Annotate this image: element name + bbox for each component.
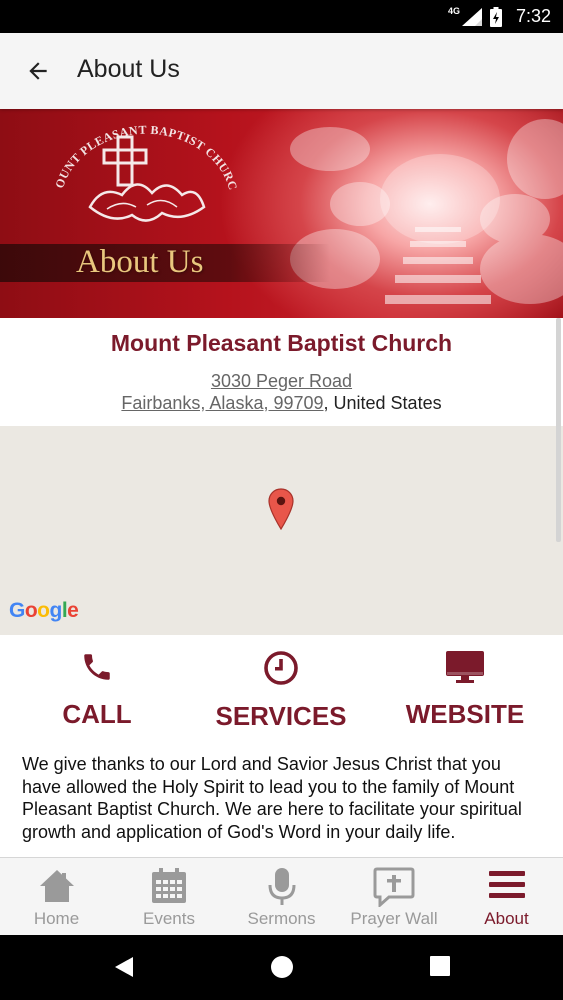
country-text: , United States — [323, 393, 442, 413]
clock-icon — [264, 651, 298, 685]
call-button[interactable]: CALL — [7, 650, 187, 730]
city-address-link[interactable]: Fairbanks, Alaska, 99709 — [121, 393, 323, 413]
home-circle-icon[interactable] — [270, 955, 294, 979]
arrow-back-icon — [29, 62, 47, 80]
nav-about[interactable]: About — [450, 858, 563, 936]
bottom-navigation: Home Events Sermons Prayer Wall About — [0, 857, 563, 935]
map-pin-icon[interactable] — [268, 488, 294, 530]
address-line-1: 3030 Peger Road — [0, 371, 563, 392]
monitor-icon — [446, 651, 484, 683]
nav-events-label: Events — [143, 909, 195, 928]
prayer-bubble-icon — [373, 867, 415, 907]
about-banner: MOUNT PLEASANT BAPTIST CHURCH About Us — [0, 109, 563, 318]
about-description: We give thanks to our Lord and Savior Je… — [0, 745, 563, 858]
back-button[interactable] — [18, 53, 58, 89]
microphone-icon — [268, 868, 295, 905]
calendar-icon — [152, 868, 186, 903]
banner-title: About Us — [76, 244, 204, 280]
recents-square-icon[interactable] — [429, 955, 451, 977]
nav-sermons[interactable]: Sermons — [225, 858, 338, 936]
church-logo: MOUNT PLEASANT BAPTIST CHURCH — [52, 115, 240, 222]
website-label: WEBSITE — [405, 699, 525, 729]
nav-home-label: Home — [33, 909, 80, 928]
network-type-label: 4G — [447, 5, 460, 16]
system-navigation-bar — [0, 935, 563, 1000]
services-button[interactable]: SERVICES — [191, 650, 371, 732]
location-map[interactable] — [0, 426, 563, 635]
status-bar: 4G 7:32 — [0, 0, 563, 33]
google-attribution: Google — [9, 599, 79, 622]
nav-prayer-wall-label: Prayer Wall — [350, 909, 438, 928]
scrollbar[interactable] — [556, 318, 561, 542]
home-icon — [39, 870, 74, 902]
status-icons: 4G 7:32 — [448, 0, 551, 33]
address-line-2: Fairbanks, Alaska, 99709, United States — [0, 393, 563, 414]
call-label: CALL — [62, 699, 132, 729]
church-name: Mount Pleasant Baptist Church — [110, 330, 453, 356]
battery-charging-icon — [489, 6, 502, 27]
street-address-link[interactable]: 3030 Peger Road — [211, 371, 352, 391]
services-label: SERVICES — [215, 701, 347, 731]
nav-prayer-wall[interactable]: Prayer Wall — [338, 858, 450, 936]
phone-icon — [84, 654, 110, 680]
clock-time: 7:32 — [515, 6, 551, 26]
app-bar: About Us — [0, 33, 563, 109]
nav-events[interactable]: Events — [113, 858, 225, 936]
nav-about-label: About — [484, 909, 529, 928]
signal-icon — [461, 7, 482, 26]
nav-sermons-label: Sermons — [247, 909, 316, 928]
website-button[interactable]: WEBSITE — [375, 650, 555, 730]
church-info: Mount Pleasant Baptist Church 3030 Peger… — [0, 318, 563, 426]
page-title: About Us — [77, 55, 180, 83]
description-text: We give thanks to our Lord and Savior Je… — [22, 754, 522, 842]
menu-icon — [488, 871, 525, 898]
nav-home[interactable]: Home — [0, 858, 113, 936]
back-triangle-icon[interactable] — [113, 955, 135, 979]
action-buttons: CALL SERVICES WEBSITE — [0, 635, 563, 745]
